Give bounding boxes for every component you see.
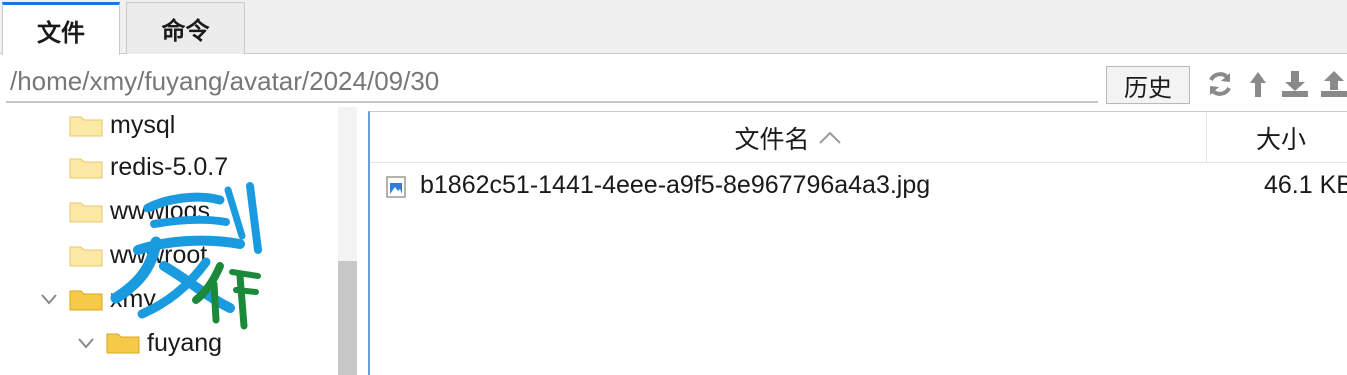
folder-icon: [69, 202, 103, 223]
tree-item-fuyang[interactable]: fuyang: [0, 323, 336, 363]
folder-icon: [69, 116, 103, 137]
sort-ascending-icon: [818, 131, 841, 144]
refresh-icon[interactable]: [1206, 69, 1234, 99]
tree-item-mysql[interactable]: mysql: [0, 107, 336, 145]
upload-icon[interactable]: [1320, 69, 1347, 99]
tree-item-label: mysql: [110, 110, 176, 139]
chevron-down-icon[interactable]: [39, 289, 59, 309]
download-icon[interactable]: [1281, 69, 1309, 99]
column-header-size[interactable]: 大小: [1208, 112, 1347, 163]
path-bar: 历史: [0, 55, 1347, 107]
tree-item-wwwlogs[interactable]: wwwlogs: [0, 191, 336, 231]
tree-item-label: wwwroot: [110, 240, 208, 269]
column-header-size-label: 大小: [1256, 125, 1307, 154]
file-list-header: 文件名 大小: [370, 112, 1347, 163]
column-header-name-label: 文件名: [734, 125, 810, 154]
chevron-down-icon[interactable]: [76, 333, 96, 353]
up-directory-icon[interactable]: [1247, 69, 1269, 99]
file-name: b1862c51-1441-4eee-a9f5-8e967796a4a3.jpg: [420, 171, 931, 199]
tab-files[interactable]: 文件: [2, 2, 120, 56]
folder-icon: [69, 158, 103, 179]
tree-item-xmy[interactable]: xmy: [0, 279, 336, 319]
tree-item-redis[interactable]: redis-5.0.7: [0, 147, 336, 187]
tree-item-label: wwwlogs: [110, 196, 211, 225]
image-file-icon: [386, 176, 406, 198]
folder-open-icon: [106, 333, 140, 354]
tab-bar: 文件 命令: [0, 0, 1347, 56]
file-list: 文件名 大小 b1862c51-1441-4eee-a9f5-8e967796a…: [368, 111, 1347, 375]
tab-commands[interactable]: 命令: [126, 2, 245, 54]
tree-scrollbar-thumb[interactable]: [338, 261, 357, 375]
directory-tree: mysql redis-5.0.7 wwwlogs wwwroot xmy fu…: [0, 107, 357, 375]
tree-item-wwwroot[interactable]: wwwroot: [0, 235, 336, 275]
tree-item-label: redis-5.0.7: [110, 152, 229, 181]
tree-item-label: xmy: [110, 284, 156, 313]
tree-item-label: fuyang: [147, 328, 223, 357]
folder-icon: [69, 246, 103, 267]
file-size: 46.1 KB: [1264, 171, 1347, 199]
history-button[interactable]: 历史: [1106, 66, 1190, 104]
folder-open-icon: [69, 290, 103, 311]
path-input[interactable]: [6, 61, 1098, 103]
file-row[interactable]: b1862c51-1441-4eee-a9f5-8e967796a4a3.jpg…: [370, 167, 1347, 207]
column-header-name[interactable]: 文件名: [370, 112, 1207, 163]
